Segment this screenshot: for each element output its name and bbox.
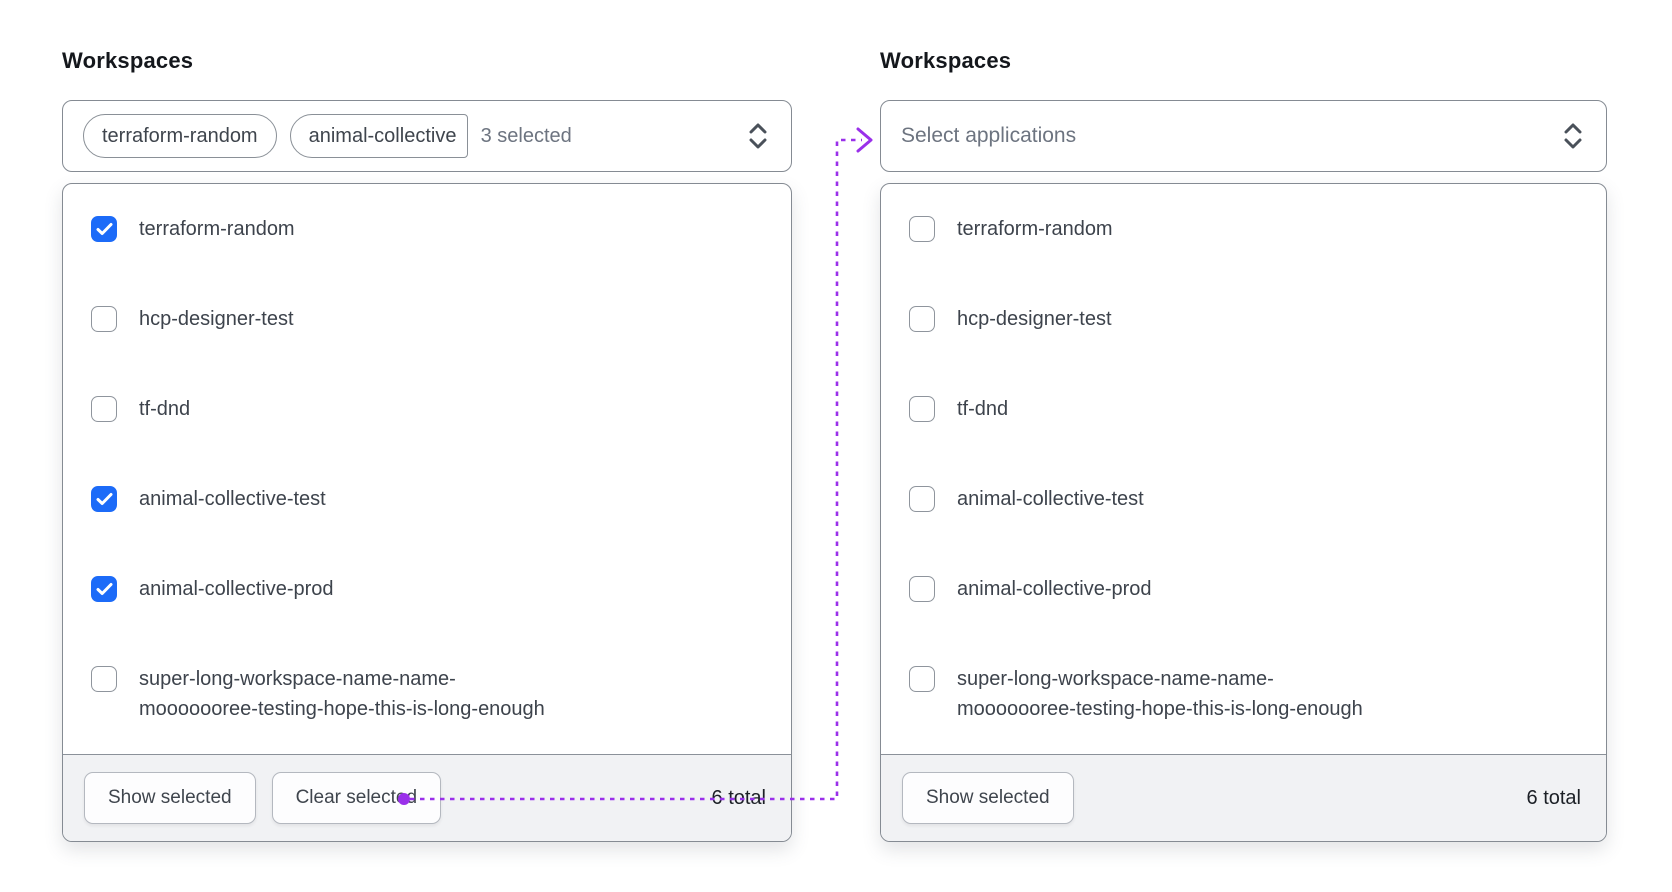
option-label: animal-collective-prod — [139, 578, 334, 600]
clear-selected-button[interactable]: Clear selected — [271, 772, 442, 824]
select-placeholder: Select applications — [901, 124, 1077, 147]
option-label: animal-collective-test — [957, 488, 1144, 510]
total-count-text: 6 total — [1526, 786, 1581, 809]
checkbox[interactable] — [91, 576, 117, 602]
option-row[interactable]: terraform-random — [881, 184, 1606, 274]
option-label: hcp-designer-test — [139, 308, 294, 330]
selected-tag-label: animal-collective — [308, 124, 457, 147]
left-panel-title: Workspaces — [62, 48, 194, 73]
left-options-listbox: terraform-random hcp-designer-test tf-dn… — [62, 183, 792, 842]
option-row[interactable]: animal-collective-test — [881, 454, 1606, 544]
page: Workspaces terraform-random animal-colle… — [0, 0, 1672, 892]
right-panel-title: Workspaces — [880, 48, 1012, 73]
selected-count-text: 3 selected — [480, 124, 572, 147]
option-row[interactable]: tf-dnd — [63, 364, 791, 454]
right-select-trigger[interactable]: Select applications — [880, 100, 1607, 172]
right-options-listbox: terraform-random hcp-designer-test tf-dn… — [880, 183, 1607, 842]
option-row[interactable]: terraform-random — [63, 184, 791, 274]
checkbox[interactable] — [909, 306, 935, 332]
option-row[interactable]: hcp-designer-test — [881, 274, 1606, 364]
checkbox[interactable] — [91, 396, 117, 422]
right-multiselect: Workspaces Select applications terraform… — [880, 44, 1607, 842]
right-listbox-footer: Show selected 6 total — [881, 754, 1606, 841]
checkbox[interactable] — [91, 486, 117, 512]
option-label: animal-collective-test — [139, 488, 326, 510]
selected-tag-truncated: animal-collective — [289, 114, 468, 158]
option-label: tf-dnd — [957, 398, 1009, 420]
left-multiselect: Workspaces terraform-random animal-colle… — [62, 44, 792, 842]
show-selected-button[interactable]: Show selected — [84, 772, 256, 824]
show-selected-button[interactable]: Show selected — [902, 772, 1074, 824]
checkbox[interactable] — [909, 216, 935, 242]
option-label: animal-collective-prod — [957, 578, 1152, 600]
option-row[interactable]: animal-collective-test — [63, 454, 791, 544]
option-row[interactable]: animal-collective-prod — [881, 544, 1606, 634]
option-label: terraform-random — [957, 218, 1113, 240]
checkbox[interactable] — [909, 396, 935, 422]
selected-tag: terraform-random — [83, 114, 277, 158]
checkbox[interactable] — [91, 666, 117, 692]
option-label: super-long-workspace-name-name- moooooor… — [957, 668, 1363, 720]
option-row[interactable]: super-long-workspace-name-name- moooooor… — [881, 634, 1606, 754]
checkbox[interactable] — [909, 486, 935, 512]
option-row[interactable]: super-long-workspace-name-name- moooooor… — [63, 634, 791, 754]
checkbox[interactable] — [91, 216, 117, 242]
option-label: super-long-workspace-name-name- moooooor… — [139, 668, 545, 720]
checkbox[interactable] — [909, 576, 935, 602]
option-label: terraform-random — [139, 218, 295, 240]
option-row[interactable]: hcp-designer-test — [63, 274, 791, 364]
chevron-up-down-icon — [745, 121, 771, 151]
checkbox[interactable] — [909, 666, 935, 692]
option-label: hcp-designer-test — [957, 308, 1112, 330]
selected-tag-label: terraform-random — [102, 124, 258, 147]
option-label: tf-dnd — [139, 398, 191, 420]
chevron-up-down-icon — [1560, 121, 1586, 151]
check-icon — [96, 223, 112, 235]
option-row[interactable]: animal-collective-prod — [63, 544, 791, 634]
check-icon — [96, 583, 112, 595]
total-count-text: 6 total — [711, 786, 766, 809]
left-listbox-footer: Show selected Clear selected 6 total — [63, 754, 791, 841]
option-row[interactable]: tf-dnd — [881, 364, 1606, 454]
checkbox[interactable] — [91, 306, 117, 332]
check-icon — [96, 493, 112, 505]
left-select-trigger[interactable]: terraform-random animal-collective 3 sel… — [62, 100, 792, 172]
